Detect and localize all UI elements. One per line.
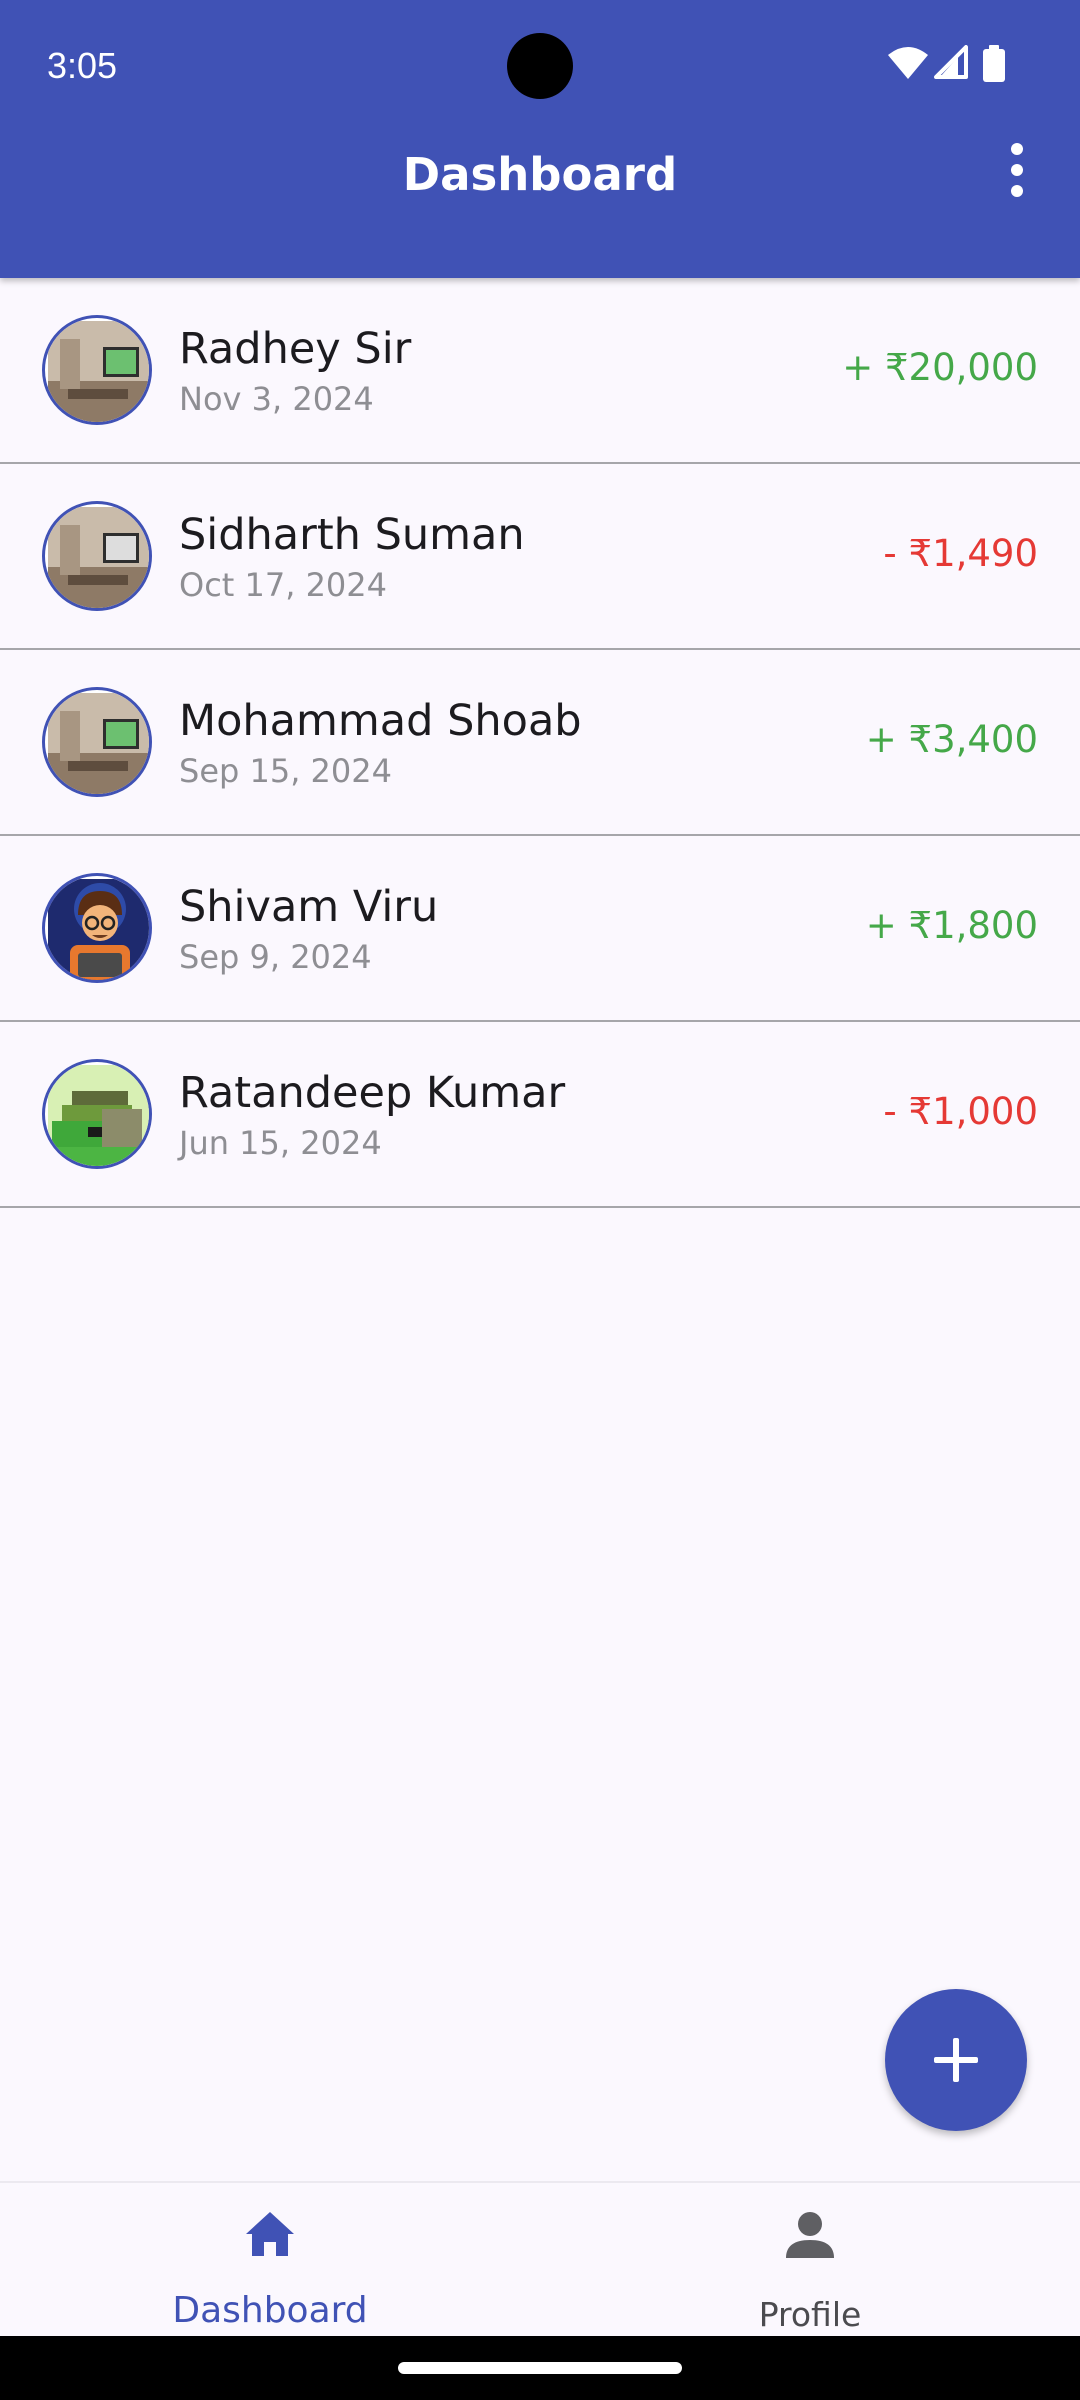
transaction-amount: + ₹3,400 [865,718,1038,761]
contact-name: Ratandeep Kumar [179,1068,566,1118]
contact-name: Sidharth Suman [179,510,525,560]
home-icon [246,2212,294,2256]
list-item[interactable]: Radhey Sir Nov 3, 2024 + ₹20,000 [0,278,1080,464]
room-photo-icon [48,507,149,608]
more-options-button[interactable] [990,134,1044,206]
status-time: 3:05 [47,45,118,86]
more-vert-icon [1011,143,1023,197]
page-title: Dashboard [402,148,678,201]
transaction-date: Sep 9, 2024 [179,938,372,976]
transaction-date: Oct 17, 2024 [179,566,387,604]
avatar [42,873,152,983]
wifi-icon [888,47,928,79]
avatar [42,687,152,797]
list-item[interactable]: Mohammad Shoab Sep 15, 2024 + ₹3,400 [0,650,1080,836]
room-photo-icon [48,321,149,422]
person-icon [786,2212,834,2258]
signal-icon [934,45,968,79]
list-item[interactable]: Sidharth Suman Oct 17, 2024 - ₹1,490 [0,464,1080,650]
add-transaction-button[interactable] [885,1989,1027,2131]
list-item[interactable]: Shivam Viru Sep 9, 2024 + ₹1,800 [0,836,1080,1022]
pixel-art-icon [48,1065,149,1166]
avatar [42,1059,152,1169]
home-gesture-handle[interactable] [398,2362,682,2374]
room-photo-icon [48,693,149,794]
nav-item-profile[interactable]: Profile [540,2183,1080,2338]
camera-cutout [507,33,573,99]
list-item[interactable]: Ratandeep Kumar Jun 15, 2024 - ₹1,000 [0,1022,1080,1208]
status-icons [888,45,1008,85]
transaction-amount: + ₹1,800 [865,904,1038,947]
nav-item-dashboard[interactable]: Dashboard [0,2183,540,2338]
transaction-list: Radhey Sir Nov 3, 2024 + ₹20,000 Sidhart… [0,278,1080,1208]
contact-name: Radhey Sir [179,324,412,374]
plus-icon [934,2038,978,2082]
cartoon-character-icon [48,879,149,980]
nav-label-profile: Profile [758,2295,862,2334]
contact-name: Mohammad Shoab [179,696,582,746]
transaction-date: Sep 15, 2024 [179,752,392,790]
nav-label-dashboard: Dashboard [172,2290,368,2331]
app-bar: 3:05 Dashboard [0,0,1080,278]
system-navigation-bar [0,2336,1080,2400]
battery-icon [983,45,1005,82]
transaction-amount: - ₹1,490 [883,532,1038,575]
bottom-navigation: Dashboard Profile [0,2181,1080,2338]
transaction-amount: - ₹1,000 [883,1090,1038,1133]
transaction-date: Nov 3, 2024 [179,380,374,418]
transaction-date: Jun 15, 2024 [179,1124,382,1162]
contact-name: Shivam Viru [179,882,439,932]
transaction-amount: + ₹20,000 [842,346,1038,389]
avatar [42,501,152,611]
avatar [42,315,152,425]
